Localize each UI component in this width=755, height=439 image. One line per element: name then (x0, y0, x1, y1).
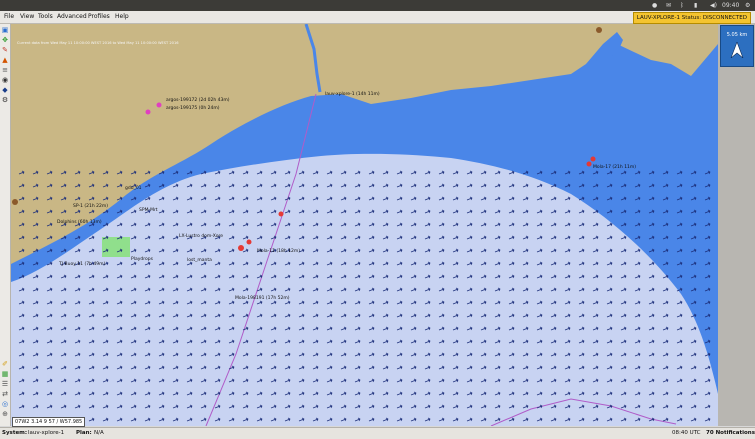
clock[interactable]: 09:40 (722, 1, 739, 10)
menu-help[interactable]: Help (115, 11, 129, 23)
map-timestamp-caption: Current data from Wed May 11 10:00:00 WE… (17, 41, 179, 45)
lost-manta-label: lost_manta (187, 258, 212, 263)
buoy-marker-west[interactable] (12, 199, 18, 205)
buoy-label: TJ Buoy 11 (7h 49m) (59, 262, 106, 267)
marker-tool-icon[interactable]: ▲ (1, 56, 9, 64)
river (304, 24, 322, 93)
ruler-tool-icon[interactable]: ✎ (1, 46, 9, 54)
coordinates-readout: 07W2 3.14 9 57 / W57.985 (12, 417, 86, 427)
mola-label-south: Mola-198191 (17h 52m) (235, 296, 290, 301)
map-canvas[interactable]: Current data from Wed May 11 10:00:00 WE… (11, 24, 718, 426)
list-icon[interactable]: ☰ (1, 380, 9, 388)
menu-bar: File View Tools Advanced Profiles Help L… (0, 11, 755, 24)
pan-tool-icon[interactable]: ✥ (1, 36, 9, 44)
battery-icon[interactable]: ▮ (694, 1, 697, 10)
argos-label-2: argos-199175 (0h 24m) (166, 106, 220, 111)
status-bar: System: lauv-xplore-1 Plan: N/A 08:40 UT… (0, 427, 755, 439)
menu-file[interactable]: File (4, 11, 14, 23)
mola-marker-center-3[interactable] (278, 211, 284, 217)
spm-label: SPM-Mrt (139, 208, 158, 213)
system-label: System: (2, 430, 28, 436)
system-value: lauv-xplore-1 (28, 430, 65, 436)
settings-icon[interactable]: ⚙ (1, 96, 9, 104)
route-icon[interactable]: ⇄ (1, 390, 9, 398)
eye-icon[interactable]: ◉ (1, 76, 9, 84)
gdu-label: gdu_01 (125, 186, 142, 191)
vehicle-label-coast: lauv-xplore-1 (14h 11m) (325, 92, 380, 97)
scale-text: 5.05 km (726, 32, 748, 38)
left-toolbar: ▣ ✥ ✎ ▲ ≡ ◉ ◆ ⚙ ✐ ▦ ☰ ⇄ ◎ ⊕ (0, 24, 11, 426)
utc-time: 08:40 UTC (672, 430, 701, 436)
bluetooth-icon[interactable]: ᛒ (680, 1, 684, 10)
menu-advanced[interactable]: Advanced (57, 11, 87, 23)
argos-marker-2[interactable] (145, 109, 151, 115)
playdrops-label: Playdrops (131, 257, 153, 262)
mola-label-east: Mola-17 (21h 11m) (593, 165, 637, 170)
vehicle-icon[interactable]: ◆ (1, 86, 9, 94)
plan-area[interactable] (102, 237, 130, 257)
mola-marker-center-2[interactable] (246, 239, 252, 245)
settings-gear-icon[interactable]: ⚙ (745, 1, 750, 10)
scale-compass-box[interactable]: 5.05 km (720, 25, 754, 67)
menu-view[interactable]: View (20, 11, 34, 23)
layers-icon[interactable]: ≡ (1, 66, 9, 74)
mola-marker-east[interactable] (586, 161, 592, 167)
plan-label: Plan: (76, 430, 92, 436)
grid-icon[interactable]: ▦ (1, 370, 9, 378)
argos-label-1: argos-199172 (2d 02h 43m) (166, 98, 230, 103)
volume-icon[interactable]: ◀) (710, 1, 717, 10)
north-arrow-icon (730, 42, 744, 58)
mola-label-center: Mola-11 (18h 12m) (257, 249, 301, 254)
buoy-marker-ne[interactable] (596, 27, 602, 33)
system-top-bar: ● ✉ ᛒ ▮ ◀) 09:40 ⚙ (0, 0, 755, 11)
map-layers (11, 24, 718, 426)
plan-value: N/A (94, 430, 104, 436)
right-panel: 5.05 km (718, 24, 755, 426)
menu-profiles[interactable]: Profiles (88, 11, 110, 23)
mola-marker-east-2[interactable] (590, 156, 596, 162)
dolphin-label: Dolphins (60h 13m) (57, 220, 102, 225)
target-icon[interactable]: ⊕ (1, 410, 9, 418)
sp1-label: SP-1 (21h 22m) (73, 204, 109, 209)
pencil-icon[interactable]: ✐ (1, 360, 9, 368)
select-tool-icon[interactable]: ▣ (1, 26, 9, 34)
argos-marker-1[interactable] (156, 102, 162, 108)
mola-marker-center[interactable] (238, 245, 244, 251)
connection-status-badge: LAUV-XPLORE-1 Status: DISCONNECTED (632, 12, 751, 24)
network-icon[interactable]: ● (652, 1, 657, 10)
camera-icon[interactable]: ◎ (1, 400, 9, 408)
lx-label: LX-Lustro dom-Xore (179, 234, 224, 239)
mail-icon[interactable]: ✉ (666, 1, 671, 10)
menu-tools[interactable]: Tools (38, 11, 53, 23)
notifications-button[interactable]: 70 Notifications (706, 428, 755, 439)
